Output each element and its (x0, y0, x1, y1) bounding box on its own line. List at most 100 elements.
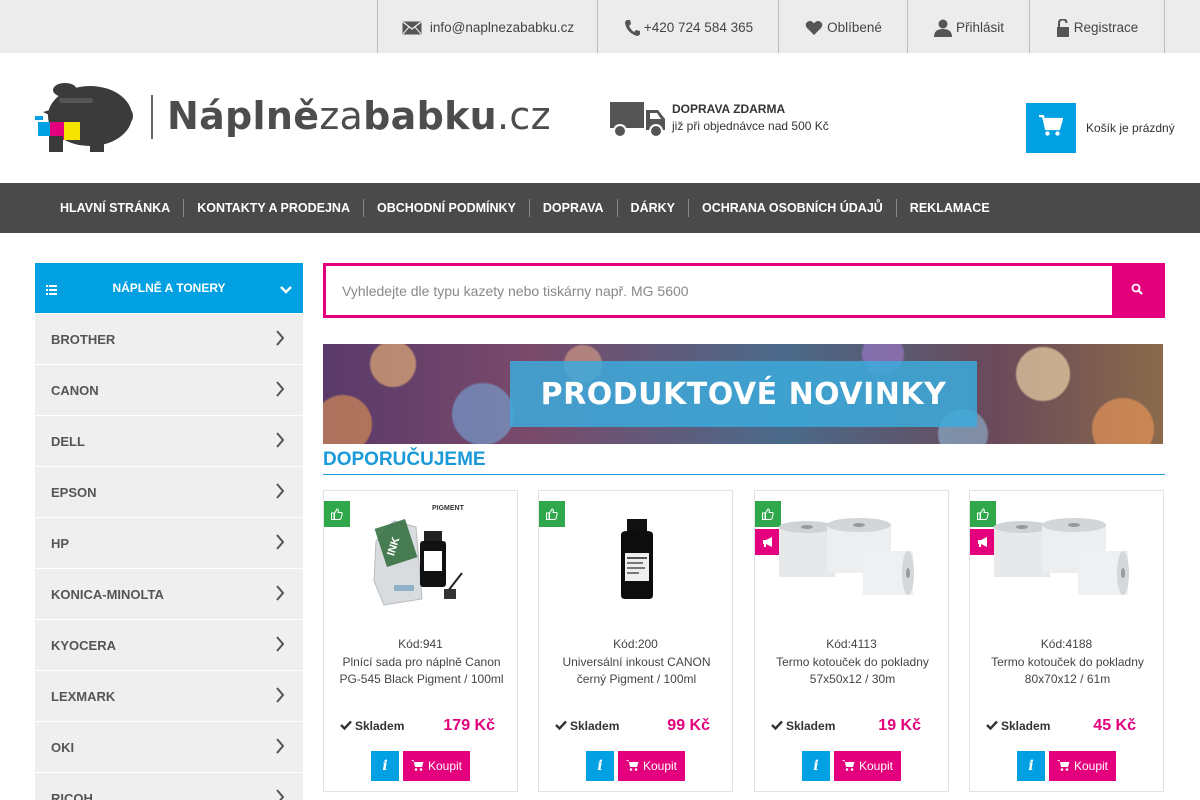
checkmark-icon (340, 719, 352, 733)
buy-button[interactable]: Koupit (834, 751, 901, 781)
stock-label: Skladem (570, 719, 620, 733)
logo-divider (151, 95, 153, 139)
category-label: LEXMARK (51, 688, 116, 704)
category-label: KONICA-MINOLTA (51, 586, 164, 602)
register-link[interactable]: Registrace (1029, 0, 1165, 53)
stock-label: Skladem (786, 719, 836, 733)
category-item-kyocera[interactable]: KYOCERA (35, 620, 303, 670)
nav-item-terms[interactable]: OBCHODNÍ PODMÍNKY (362, 199, 529, 217)
stock-status: Skladem (986, 719, 1050, 733)
buy-button[interactable]: Koupit (403, 751, 470, 781)
unlock-icon (1056, 18, 1070, 37)
product-name[interactable]: Plnící sada pro náplně Canon PG-545 Blac… (334, 654, 509, 688)
nav-item-complaints[interactable]: REKLAMACE (895, 199, 1003, 217)
chevron-right-icon (275, 330, 285, 349)
cart-icon (1039, 114, 1064, 142)
phone-link[interactable]: +420 724 584 365 (597, 0, 779, 53)
thumbs-up-icon (324, 501, 350, 527)
email-text: info@naplnezababku.cz (429, 20, 575, 35)
category-label: OKI (51, 739, 75, 755)
stock-status: Skladem (555, 719, 619, 733)
chevron-down-icon (280, 282, 292, 300)
info-button[interactable]: i (371, 751, 399, 781)
info-button[interactable]: i (802, 751, 830, 781)
category-label: KYOCERA (51, 637, 117, 653)
nav-item-contacts[interactable]: KONTAKTY A PRODEJNA (183, 199, 363, 217)
cart-icon (841, 759, 855, 774)
banner-text: PRODUKTOVÉ NOVINKY (540, 376, 947, 412)
category-item-epson[interactable]: EPSON (35, 467, 303, 517)
logo-part-naplne: Náplně (167, 94, 320, 138)
category-item-oki[interactable]: OKI (35, 722, 303, 772)
top-bar: info@naplnezababku.cz +420 724 584 365 O… (0, 0, 1200, 53)
category-item-dell[interactable]: DELL (35, 416, 303, 466)
category-item-lexmark[interactable]: LEXMARK (35, 671, 303, 721)
new-products-banner[interactable]: PRODUKTOVÉ NOVINKY (323, 344, 1163, 444)
category-item-hp[interactable]: HP (35, 518, 303, 568)
section-divider (323, 474, 1165, 475)
info-button[interactable]: i (1017, 751, 1045, 781)
search-button[interactable] (1112, 266, 1162, 315)
main-nav: HLAVNÍ STRÁNKA KONTAKTY A PRODEJNA OBCHO… (0, 183, 1200, 233)
logo-part-cz: .cz (497, 94, 551, 138)
checkmark-icon (555, 719, 567, 733)
logo-text[interactable]: Náplnězababku.cz (167, 94, 551, 138)
category-item-konica-minolta[interactable]: KONICA-MINOLTA (35, 569, 303, 619)
nav-item-privacy[interactable]: OCHRANA OSOBNÍCH ÚDAJŮ (688, 199, 896, 217)
chevron-right-icon (275, 483, 285, 502)
email-link[interactable]: info@naplnezababku.cz (377, 0, 598, 53)
product-price: 99 Kč (667, 717, 710, 734)
cart-icon (625, 759, 639, 774)
chevron-right-icon (275, 585, 285, 604)
nav-item-shipping[interactable]: DOPRAVA (528, 199, 617, 217)
buy-button[interactable]: Koupit (618, 751, 685, 781)
stock-label: Skladem (1001, 719, 1051, 733)
stock-label: Skladem (355, 719, 405, 733)
chevron-right-icon (275, 534, 285, 553)
favorites-text: Oblíbené (827, 20, 882, 35)
logo-part-babku: babku (363, 94, 498, 138)
product-name[interactable]: Termo kotouček do pokladny 80x70x12 / 61… (980, 654, 1155, 688)
buy-button[interactable]: Koupit (1049, 751, 1116, 781)
thumbs-up-icon (539, 501, 565, 527)
category-item-brother[interactable]: BROTHER (35, 314, 303, 364)
nav-item-home[interactable]: HLAVNÍ STRÁNKA (50, 199, 183, 217)
category-item-canon[interactable]: CANON (35, 365, 303, 415)
category-label: RICOH (51, 790, 93, 800)
chevron-right-icon (275, 789, 285, 800)
search-icon (1131, 282, 1143, 300)
category-menu-toggle[interactable]: NÁPLNĚ A TONERY (35, 263, 303, 313)
cart-status[interactable]: Košík je prázdný (1086, 121, 1175, 135)
cart-icon (410, 759, 424, 774)
product-image[interactable]: INK PIGMENT (364, 501, 479, 611)
info-icon: i (813, 758, 819, 774)
nav-item-gifts[interactable]: DÁRKY (616, 199, 688, 217)
product-image[interactable] (579, 501, 694, 611)
product-name[interactable]: Universální inkoust CANON černý Pigment … (549, 654, 724, 688)
login-link[interactable]: Přihlásit (907, 0, 1030, 53)
product-card[interactable]: Kód:4188 Termo kotouček do pokladny 80x7… (969, 490, 1164, 792)
product-card[interactable]: Kód:4113 Termo kotouček do pokladny 57x5… (754, 490, 949, 792)
product-card[interactable]: Kód:200 Universální inkoust CANON černý … (538, 490, 733, 792)
logo-part-za: za (319, 94, 364, 138)
info-icon: i (597, 758, 603, 774)
cart-button[interactable] (1026, 103, 1076, 153)
category-label: CANON (51, 382, 99, 398)
buy-label: Koupit (858, 759, 894, 773)
search-input[interactable] (326, 266, 1113, 315)
product-price: 179 Kč (443, 717, 495, 734)
banner-label-box: PRODUKTOVÉ NOVINKY (510, 361, 977, 427)
category-item-ricoh[interactable]: RICOH (35, 773, 303, 800)
product-image[interactable] (777, 501, 927, 611)
cart-icon (1056, 759, 1070, 774)
product-name[interactable]: Termo kotouček do pokladny 57x50x12 / 30… (765, 654, 940, 688)
product-image[interactable] (992, 501, 1142, 611)
category-label: EPSON (51, 484, 97, 500)
chevron-right-icon (275, 687, 285, 706)
favorites-link[interactable]: Oblíbené (778, 0, 908, 53)
stock-status: Skladem (340, 719, 404, 733)
info-button[interactable]: i (586, 751, 614, 781)
chevron-right-icon (275, 738, 285, 757)
checkmark-icon (771, 719, 783, 733)
product-card[interactable]: INK PIGMENT Kód:941 Plnící sada pro nápl… (323, 490, 518, 792)
